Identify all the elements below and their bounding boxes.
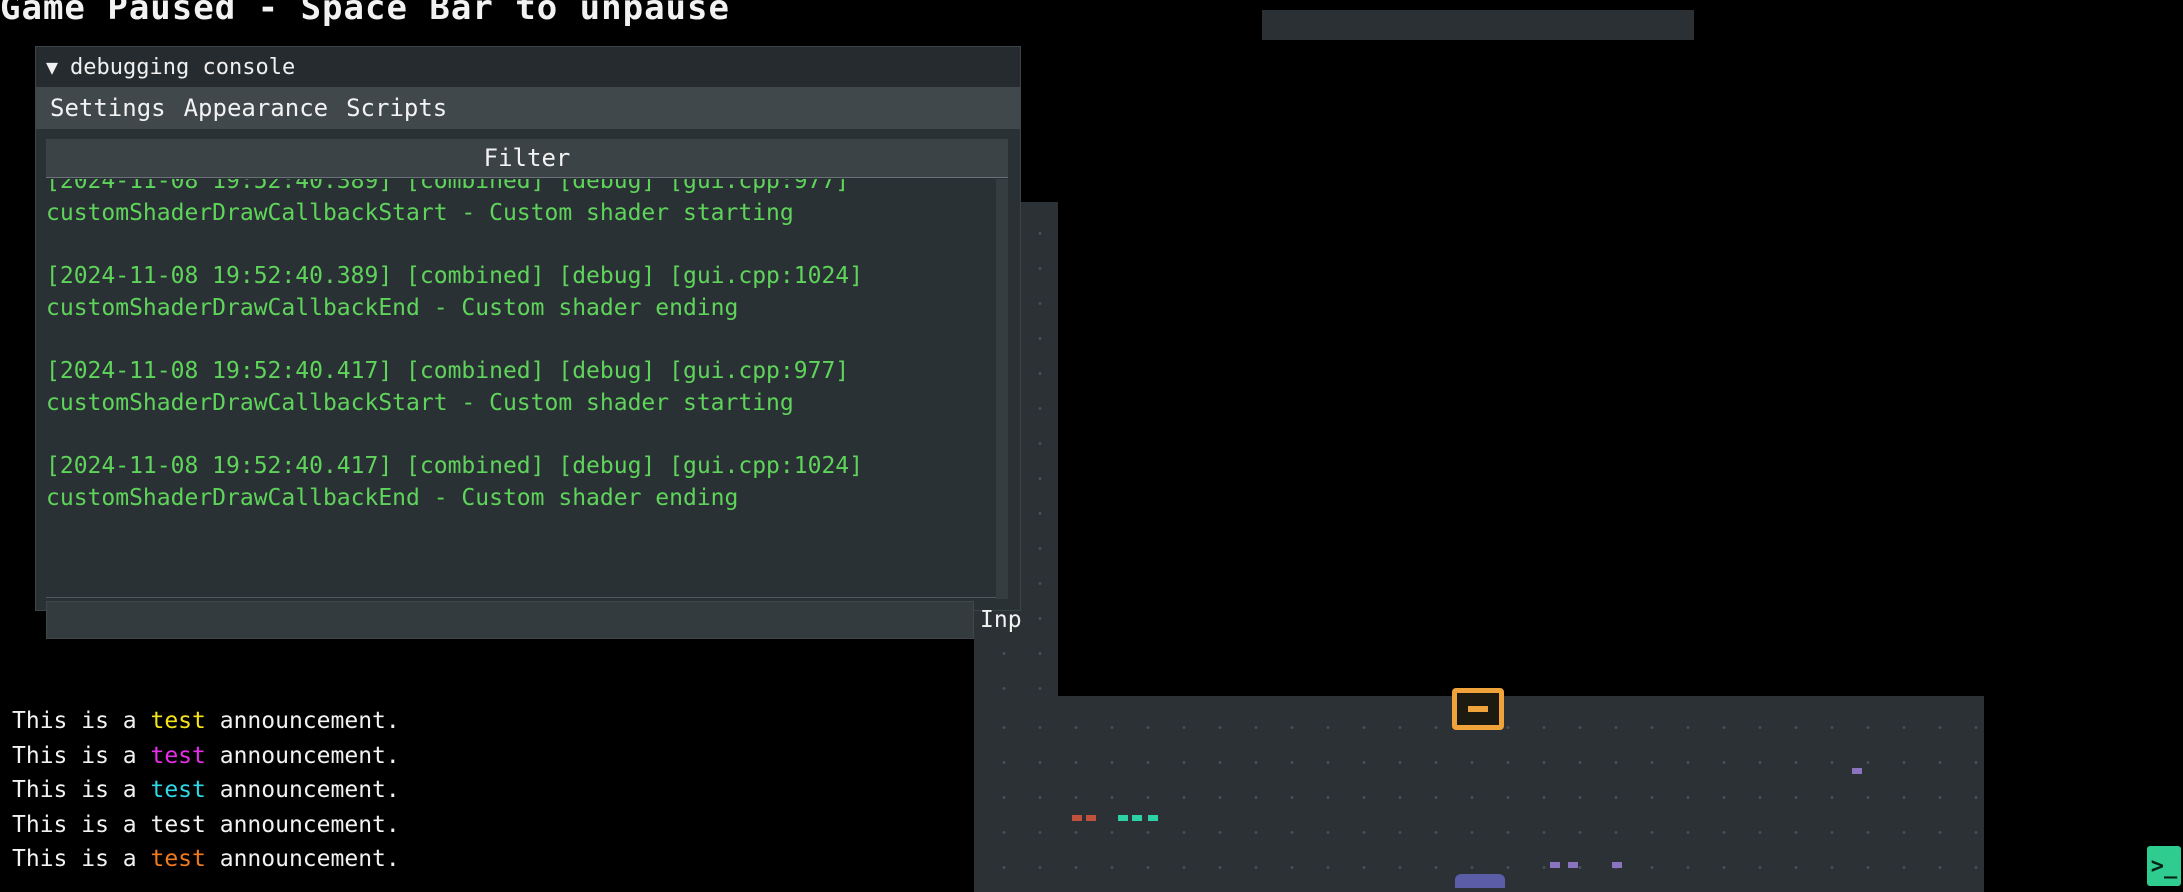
announcement-line: This is a test announcement.	[12, 808, 400, 843]
log-entry: [2024-11-08 19:52:40.389] [combined] [de…	[46, 179, 1006, 229]
announcement-highlight: test	[150, 846, 206, 872]
announcement-prefix: This is a	[12, 811, 151, 838]
triangle-down-icon[interactable]: ▼	[46, 55, 58, 79]
log-line: customShaderDrawCallbackStart - Custom s…	[46, 390, 794, 416]
announcement-prefix: This is a	[12, 708, 151, 734]
announcement-suffix: announcement.	[205, 846, 400, 872]
menu-scripts[interactable]: Scripts	[346, 94, 447, 122]
menu-settings[interactable]: Settings	[50, 94, 166, 122]
log-line: customShaderDrawCallbackEnd - Custom sha…	[46, 295, 739, 321]
announcement-suffix: announcement.	[205, 811, 400, 838]
item-sprite-purple	[1550, 862, 1560, 868]
announcement-prefix: This is a	[12, 742, 151, 769]
console-menubar: Settings Appearance Scripts	[36, 87, 1020, 129]
log-scroll-region[interactable]: [2024-11-08 19:52:40.389] [combined] [de…	[46, 179, 1006, 598]
announcement-suffix: announcement.	[205, 742, 400, 769]
log-entry: [2024-11-08 19:52:40.389] [combined] [de…	[46, 260, 1006, 324]
announcement-line: This is a test announcement.	[12, 842, 400, 877]
enemy-sprite	[1455, 874, 1505, 888]
log-line: customShaderDrawCallbackEnd - Custom sha…	[46, 485, 739, 511]
announcement-line: This is a test announcement.	[12, 704, 400, 739]
announcement-line: This is a test announcement.	[12, 739, 400, 774]
top-status-bar	[1262, 10, 1694, 40]
item-sprite-green	[1132, 815, 1142, 821]
item-sprite-red	[1072, 815, 1082, 821]
log-line: customShaderDrawCallbackStart - Custom s…	[46, 200, 794, 226]
log-line: [2024-11-08 19:52:40.417] [combined] [de…	[46, 358, 850, 384]
filter-button[interactable]: Filter	[46, 139, 1008, 178]
log-line: [2024-11-08 19:52:40.389] [combined] [de…	[46, 263, 863, 289]
item-sprite-purple	[1612, 862, 1622, 868]
log-entry: [2024-11-08 19:52:40.417] [combined] [de…	[46, 450, 1006, 514]
announcement-highlight: test	[150, 777, 206, 803]
announcement-prefix: This is a	[12, 777, 151, 803]
announcement-highlight: test	[150, 811, 206, 838]
announcement-suffix: announcement.	[205, 777, 400, 803]
log-line: [2024-11-08 19:52:40.389] [combined] [de…	[46, 179, 850, 194]
console-titlebar[interactable]: ▼ debugging console	[36, 47, 1020, 87]
item-sprite-red	[1086, 815, 1096, 821]
log-line: [2024-11-08 19:52:40.417] [combined] [de…	[46, 453, 863, 479]
log-output[interactable]: [2024-11-08 19:52:40.389] [combined] [de…	[46, 179, 1006, 599]
announcement-list: This is a test announcement. This is a t…	[12, 704, 400, 877]
pause-banner: Game Paused - Space Bar to unpause	[0, 0, 730, 28]
announcement-line: This is a test announcement.	[12, 773, 400, 808]
log-scrollbar[interactable]	[996, 179, 1008, 599]
console-title: debugging console	[70, 54, 296, 80]
menu-appearance[interactable]: Appearance	[184, 94, 329, 122]
console-input-field[interactable]	[46, 601, 974, 639]
item-sprite-purple	[1852, 768, 1862, 774]
announcement-suffix: announcement.	[205, 708, 400, 734]
log-entry: [2024-11-08 19:52:40.417] [combined] [de…	[46, 355, 1006, 419]
item-sprite-green	[1118, 815, 1128, 821]
announcement-highlight: test	[150, 742, 206, 769]
player-sprite	[1452, 688, 1504, 730]
announcement-highlight: test	[150, 708, 206, 734]
terminal-icon[interactable]: >_	[2147, 846, 2181, 886]
item-sprite-purple	[1568, 862, 1578, 868]
input-label: Inp	[980, 607, 1022, 633]
debug-console-window: ▼ debugging console Settings Appearance …	[35, 46, 1022, 639]
announcement-prefix: This is a	[12, 846, 151, 872]
item-sprite-green	[1148, 815, 1158, 821]
